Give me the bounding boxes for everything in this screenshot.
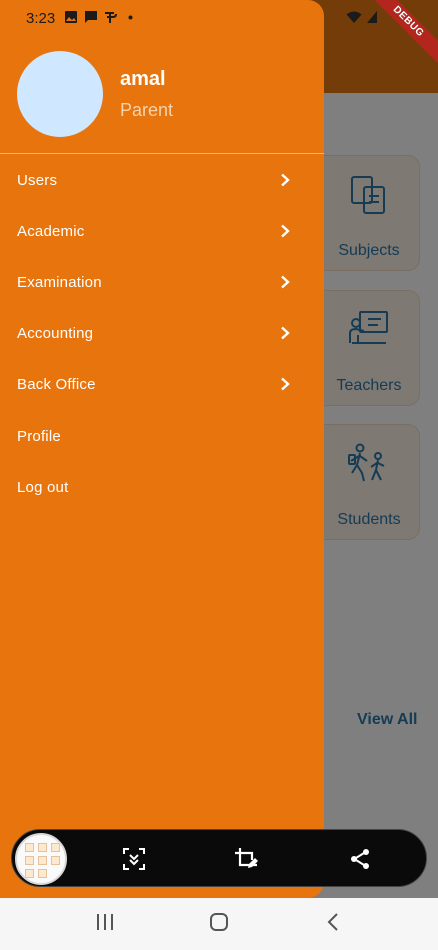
menu-item-label: Profile <box>17 427 61 445</box>
message-icon <box>85 11 97 23</box>
menu-item-users[interactable]: Users <box>0 160 324 200</box>
dot-icon <box>128 15 133 20</box>
status-bar: 3:23 <box>0 0 438 36</box>
menu-item-log-out[interactable]: Log out <box>0 467 324 507</box>
share-icon[interactable] <box>348 847 372 871</box>
chevron-right-icon <box>281 224 290 238</box>
scroll-capture-icon[interactable] <box>122 847 146 871</box>
menu-item-label: Back Office <box>17 375 96 393</box>
screenshot-thumbnail[interactable] <box>15 833 67 885</box>
chevron-right-icon <box>281 275 290 289</box>
menu-item-label: Accounting <box>17 324 94 342</box>
chevron-right-icon <box>281 377 290 391</box>
screenshot-toolbar <box>11 829 427 887</box>
menu-item-profile[interactable]: Profile <box>0 416 324 456</box>
navigation-drawer: amal Parent Users Academic Examination A… <box>0 0 324 898</box>
menu-item-label: Users <box>17 171 58 189</box>
status-time: 3:23 <box>26 10 56 27</box>
menu-item-label: Examination <box>17 273 102 291</box>
avatar[interactable] <box>17 51 103 137</box>
user-name: amal <box>120 68 166 90</box>
drawer-divider <box>0 153 324 154</box>
menu-item-accounting[interactable]: Accounting <box>0 313 324 353</box>
menu-item-academic[interactable]: Academic <box>0 211 324 251</box>
menu-item-examination[interactable]: Examination <box>0 262 324 302</box>
system-nav-bar <box>0 898 438 950</box>
home-icon[interactable] <box>209 912 229 932</box>
phonepe-icon <box>105 12 117 23</box>
signal-icon <box>367 11 377 23</box>
chevron-right-icon <box>281 326 290 340</box>
menu-item-label: Log out <box>17 478 69 496</box>
menu-item-label: Academic <box>17 222 85 240</box>
crop-edit-icon[interactable] <box>234 847 258 871</box>
wifi-icon <box>346 11 362 23</box>
user-role: Parent <box>120 100 174 120</box>
gallery-icon <box>65 11 77 23</box>
chevron-right-icon <box>281 173 290 187</box>
menu-item-back-office[interactable]: Back Office <box>0 364 324 404</box>
recents-icon[interactable] <box>96 912 114 932</box>
back-icon[interactable] <box>326 912 340 932</box>
